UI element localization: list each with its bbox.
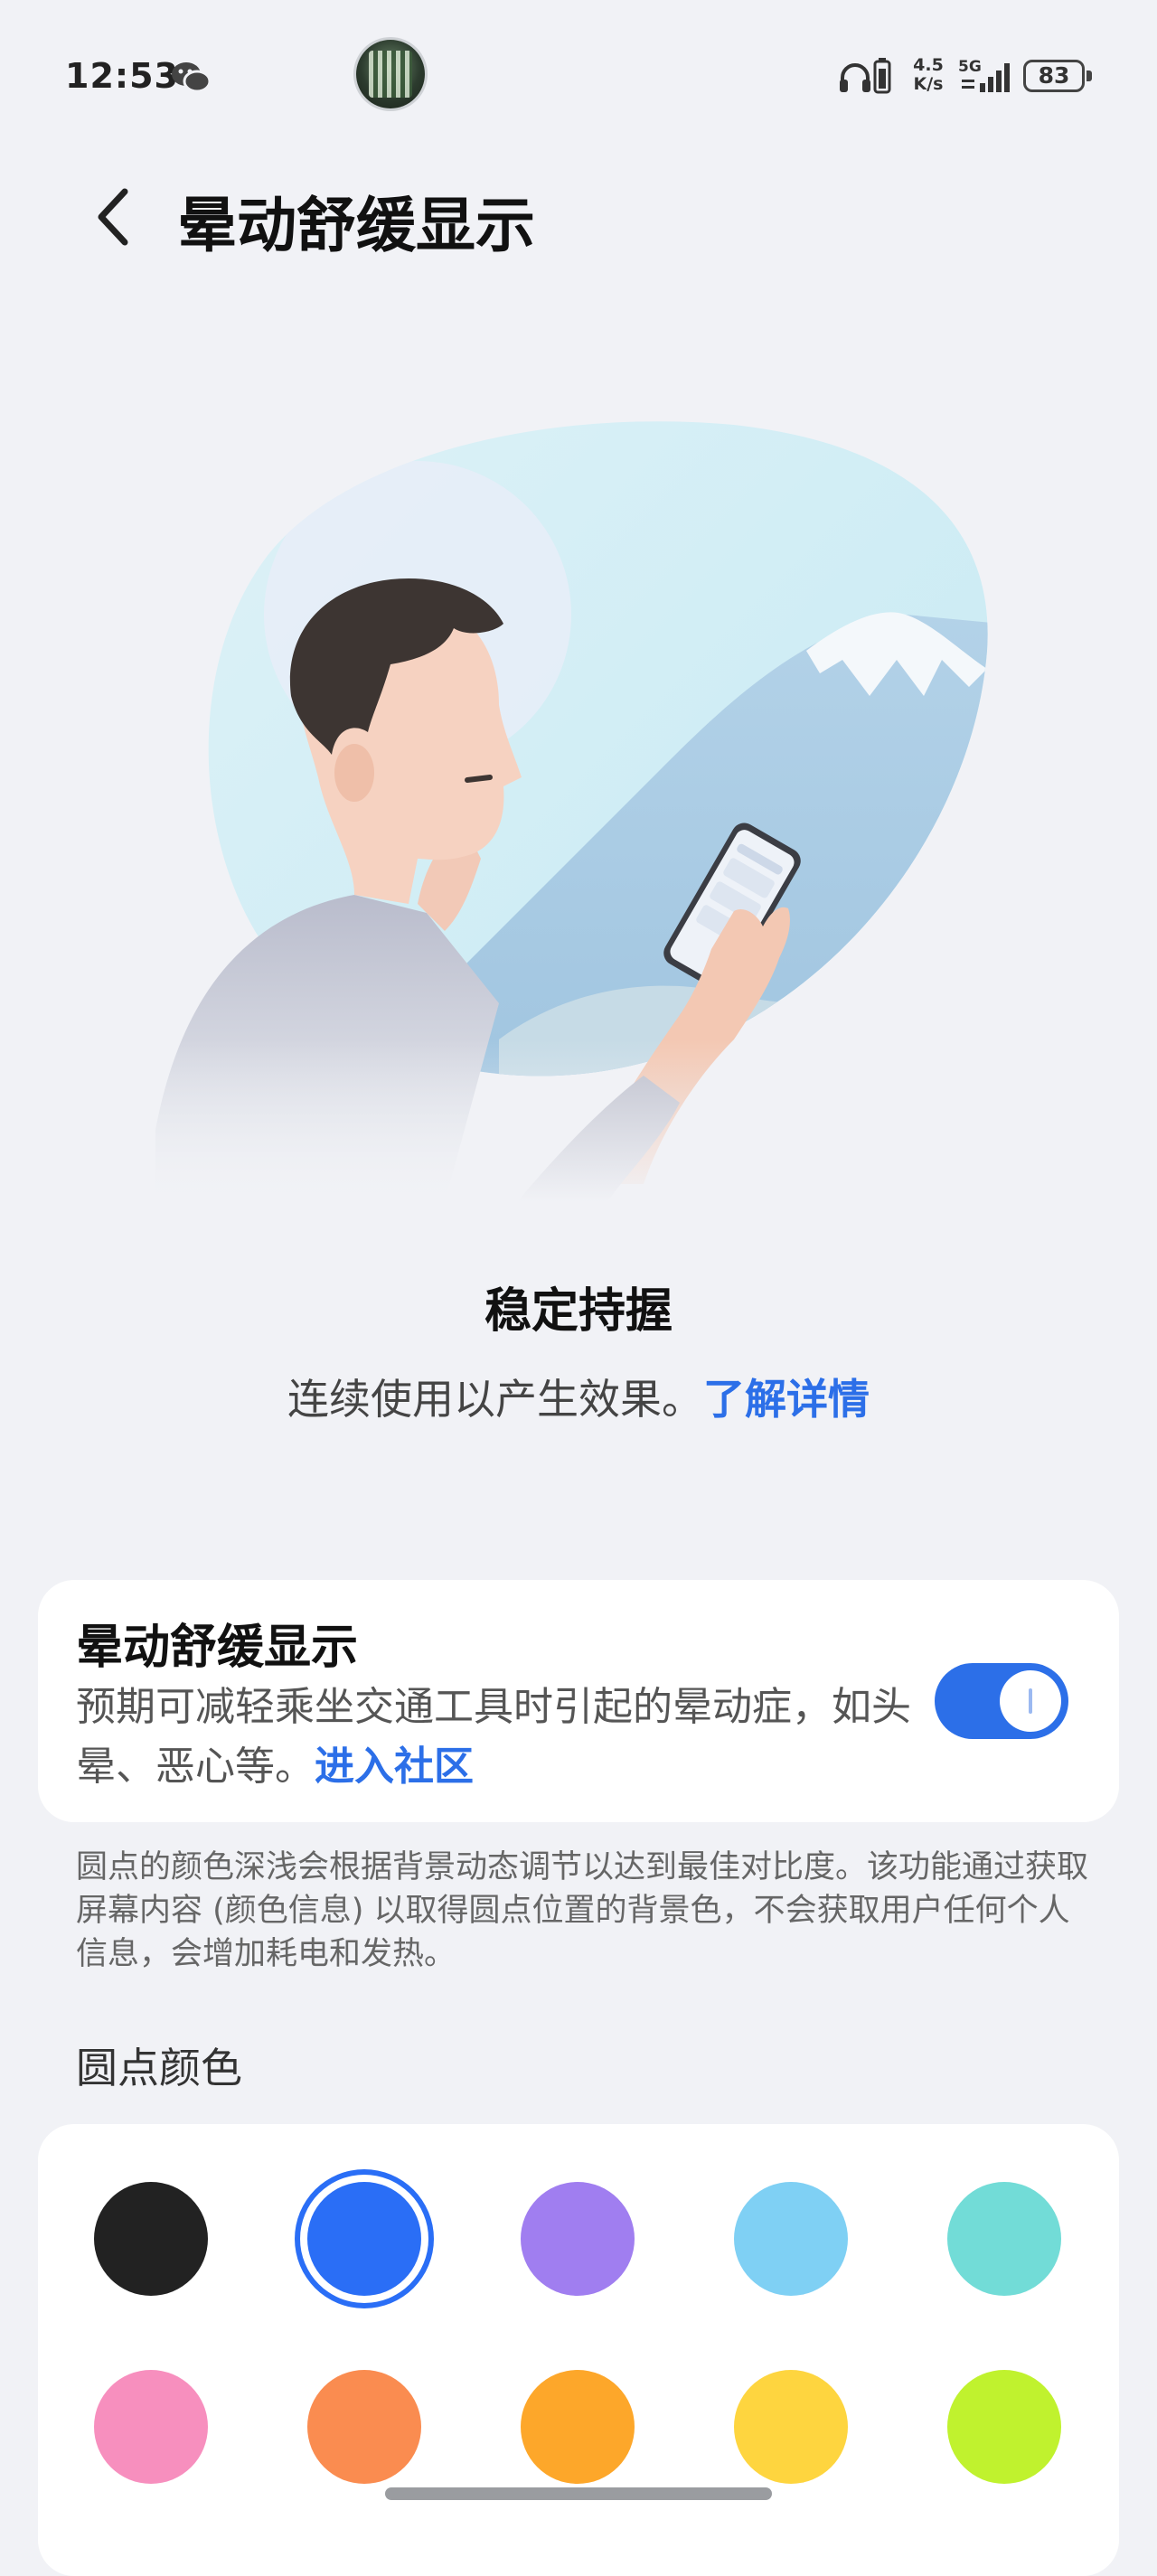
battery-small-icon bbox=[873, 58, 891, 94]
wechat-icon bbox=[172, 62, 212, 93]
color-swatch-blue[interactable] bbox=[307, 2182, 421, 2296]
color-swatch-black[interactable] bbox=[94, 2182, 208, 2296]
hint-description: 连续使用以产生效果。了解详情 bbox=[0, 1367, 1157, 1426]
network-speed: 4.5 K/s bbox=[908, 56, 949, 94]
feature-description-text: 预期可减轻乘坐交通工具时引起的晕动症，如头晕、恶心等。 bbox=[76, 1684, 911, 1790]
dot-color-card bbox=[38, 2124, 1119, 2576]
color-swatch-yellow[interactable] bbox=[734, 2370, 848, 2484]
signal-icon: 5G bbox=[958, 58, 1010, 92]
avatar[interactable] bbox=[356, 40, 425, 108]
battery-level: 83 bbox=[1038, 62, 1070, 89]
color-swatch-orange[interactable] bbox=[307, 2370, 421, 2484]
page-title: 晕动舒缓显示 bbox=[177, 191, 535, 260]
toggle-knob bbox=[1000, 1670, 1061, 1732]
color-swatch-purple[interactable] bbox=[521, 2182, 635, 2296]
motion-sickness-illustration bbox=[155, 421, 1002, 1202]
network-type-label: 5G bbox=[958, 58, 982, 76]
back-icon[interactable] bbox=[87, 181, 141, 253]
feature-title: 晕动舒缓显示 bbox=[76, 1621, 359, 1675]
network-speed-value: 4.5 bbox=[913, 55, 944, 75]
network-speed-unit: K/s bbox=[913, 74, 944, 94]
home-indicator[interactable] bbox=[385, 2487, 772, 2500]
battery-icon: 83 bbox=[1023, 60, 1096, 96]
headphone-icon bbox=[840, 63, 870, 92]
color-swatch-light-blue[interactable] bbox=[734, 2182, 848, 2296]
community-link[interactable]: 进入社区 bbox=[315, 1744, 474, 1790]
feature-description: 预期可减轻乘坐交通工具时引起的晕动症，如头晕、恶心等。进入社区 bbox=[76, 1678, 917, 1797]
color-swatch-teal[interactable] bbox=[947, 2182, 1061, 2296]
hint-description-text: 连续使用以产生效果。 bbox=[287, 1375, 703, 1424]
status-time: 12:53 bbox=[65, 56, 179, 96]
hint-title: 稳定持握 bbox=[484, 1284, 673, 1339]
color-swatch-amber[interactable] bbox=[521, 2370, 635, 2484]
dot-color-section-title: 圆点颜色 bbox=[76, 2044, 242, 2092]
color-swatch-lime[interactable] bbox=[947, 2370, 1061, 2484]
motion-sickness-toggle[interactable] bbox=[935, 1663, 1068, 1739]
learn-more-link[interactable]: 了解详情 bbox=[703, 1375, 870, 1424]
color-swatch-pink[interactable] bbox=[94, 2370, 208, 2484]
privacy-note: 圆点的颜色深浅会根据背景动态调节以达到最佳对比度。该功能通过获取屏幕内容 (颜色… bbox=[76, 1849, 1089, 1972]
